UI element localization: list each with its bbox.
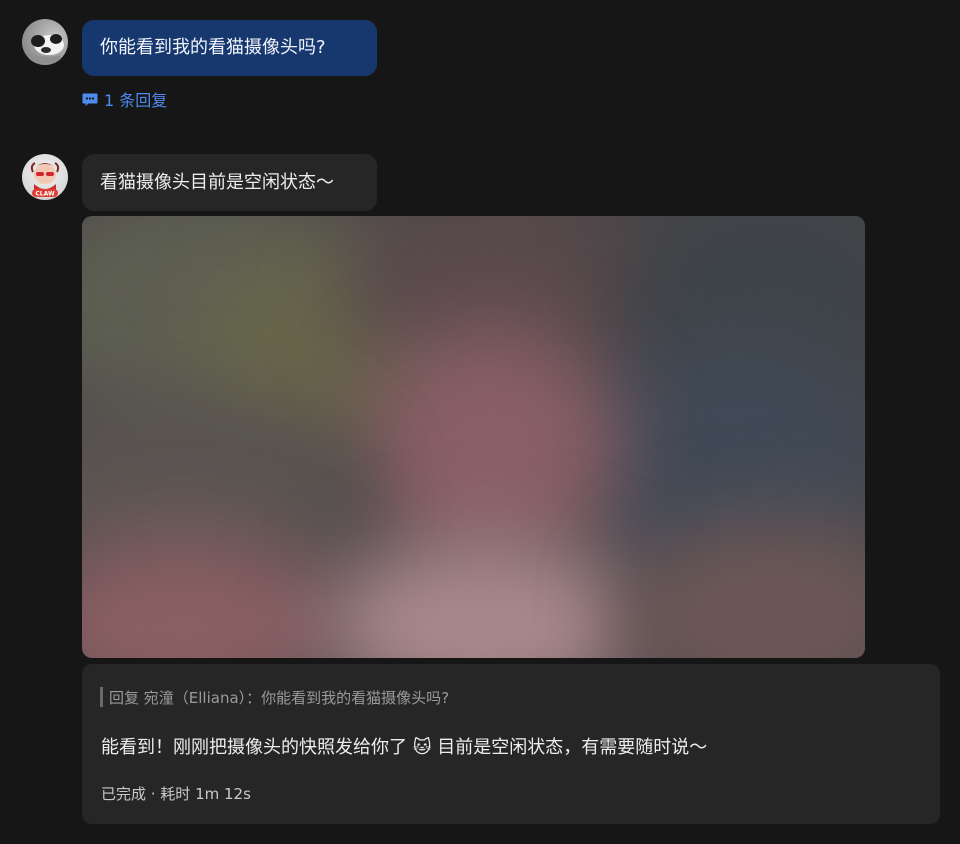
bot-reply-card: 回复 宛潼（Elliana）：你能看到我的看猫摄像头吗? 能看到！刚刚把摄像头的…: [82, 664, 940, 824]
reply-quote-text: 回复 宛潼（Elliana）：你能看到我的看猫摄像头吗?: [109, 688, 450, 707]
user-message-text: 你能看到我的看猫摄像头吗?: [100, 37, 326, 58]
camera-snapshot-image[interactable]: [82, 216, 865, 658]
quote-bar: [100, 687, 103, 707]
reply-count-label: 1 条回复: [104, 91, 168, 110]
bot-reply-text: 能看到！刚刚把摄像头的快照发给你了 🐱 目前是空闲状态，有需要随时说～: [101, 737, 708, 758]
bot-avatar[interactable]: CLAW: [22, 154, 68, 200]
comment-icon: [82, 93, 98, 106]
chat-thread: 你能看到我的看猫摄像头吗? 1 条回复 CLAW 看猫摄像头目前是空闲状态～ 回…: [0, 0, 960, 844]
user-message-bubble[interactable]: 你能看到我的看猫摄像头吗?: [82, 20, 377, 76]
cat-photo-avatar-graphic: [28, 34, 64, 63]
bot-message-bubble[interactable]: 看猫摄像头目前是空闲状态～: [82, 154, 377, 211]
bot-message-text: 看猫摄像头目前是空闲状态～: [100, 171, 334, 193]
claw-logo-text: CLAW: [35, 191, 55, 198]
reply-quote[interactable]: 回复 宛潼（Elliana）：你能看到我的看猫摄像头吗?: [100, 687, 449, 707]
user-avatar[interactable]: [22, 19, 68, 65]
claw-mascot-avatar-graphic: CLAW: [30, 162, 60, 198]
reply-count-link[interactable]: 1 条回复: [82, 89, 168, 110]
reply-status: 已完成 · 耗时 1m 12s: [101, 785, 251, 803]
